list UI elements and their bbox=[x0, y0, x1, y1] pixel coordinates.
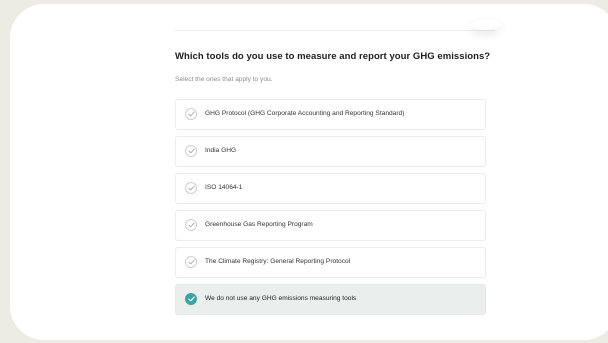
option-label: GHG Protocol (GHG Corporate Accounting a… bbox=[205, 110, 405, 117]
survey-card: Which tools do you use to measure and re… bbox=[10, 4, 608, 340]
option-ghg-protocol[interactable]: GHG Protocol (GHG Corporate Accounting a… bbox=[175, 99, 486, 130]
option-label: ISO 14064-1 bbox=[205, 184, 243, 191]
option-india-ghg[interactable]: India GHG bbox=[175, 136, 486, 167]
option-label: Greenhouse Gas Reporting Program bbox=[205, 221, 313, 228]
option-no-tools[interactable]: We do not use any GHG emissions measurin… bbox=[175, 284, 486, 315]
option-iso-14064[interactable]: ISO 14064-1 bbox=[175, 173, 486, 204]
question-hint: Select the ones that apply to you. bbox=[175, 76, 273, 83]
question-title: Which tools do you use to measure and re… bbox=[175, 51, 491, 62]
check-icon bbox=[185, 256, 197, 268]
check-icon bbox=[185, 182, 197, 194]
previous-section-edge bbox=[175, 4, 495, 31]
check-icon bbox=[185, 219, 197, 231]
check-icon bbox=[185, 145, 197, 157]
option-label: India GHG bbox=[205, 147, 237, 154]
check-icon bbox=[185, 293, 197, 305]
option-ghg-reporting-program[interactable]: Greenhouse Gas Reporting Program bbox=[175, 210, 486, 241]
options-list: GHG Protocol (GHG Corporate Accounting a… bbox=[175, 99, 486, 321]
option-label: The Climate Registry: General Reporting … bbox=[205, 258, 351, 265]
option-climate-registry[interactable]: The Climate Registry: General Reporting … bbox=[175, 247, 486, 278]
check-icon bbox=[185, 108, 197, 120]
option-label: We do not use any GHG emissions measurin… bbox=[205, 295, 357, 302]
scroll-shadow bbox=[471, 20, 501, 30]
